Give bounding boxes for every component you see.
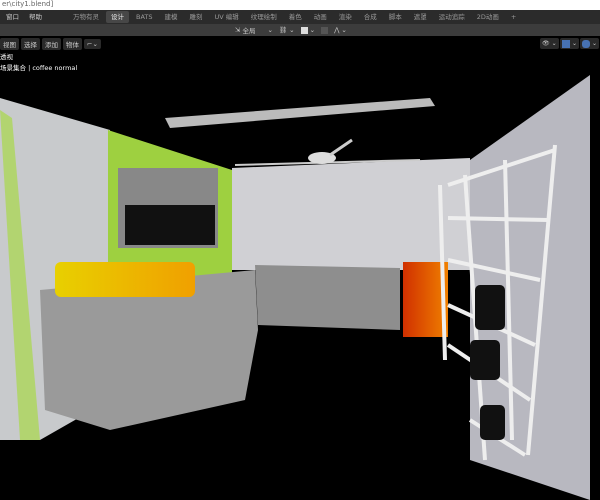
tab-workspace[interactable]: 2D动画 [472,11,504,23]
tab-workspace[interactable]: 着色 [284,11,307,23]
window-title: er\city1.blend] [0,0,600,10]
tab-workspace[interactable]: 雕刻 [185,11,208,23]
falloff-icon: ⋀ [334,26,340,34]
window-glass [125,205,215,245]
tab-workspace[interactable]: 脚本 [384,11,407,23]
transform-orientation-icon: ⇲ [235,26,241,34]
ceiling-light [165,98,435,128]
orientation-label: 全局 [242,27,256,35]
visibility-dropdown[interactable]: 👁 ⌄ [540,38,559,49]
counter-back [255,265,400,330]
chevron-down-icon: ⌄ [267,26,273,34]
pivot-dropdown[interactable]: ⛓ ⌄ [276,26,298,34]
ceiling-fan [234,138,421,166]
tool-header: ⇲ 全局 ⌄ ⛓ ⌄ ⌄ ⋀ ⌄ [0,24,600,36]
tab-workspace[interactable]: 动画 [309,11,332,23]
menu-add[interactable]: 添加 [42,37,61,50]
orientation-dropdown[interactable]: ⇲ 全局 ⌄ [232,25,276,35]
falloff-dropdown[interactable]: ⋀ ⌄ [331,26,350,34]
overlay-icon [582,39,590,48]
overlay-dropdown[interactable]: ⌄ [580,38,600,49]
top-menu-bar: 窗口 帮助 万物有灵 设计 BATS 建模 雕刻 UV 编辑 纹理绘制 着色 动… [0,10,600,24]
mode-icon: ⌐ [87,39,93,48]
viewport-header: 视图 选择 添加 物体 ⌐⌄ [0,37,600,50]
back-wall [232,158,470,270]
menu-view[interactable]: 视图 [0,37,19,50]
proportional-toggle[interactable] [318,26,331,34]
menu-select[interactable]: 选择 [21,37,40,50]
tab-workspace[interactable]: 运动追踪 [434,11,470,23]
mode-dropdown[interactable]: ⌐⌄ [84,38,101,49]
proportional-icon [321,26,329,34]
tab-workspace[interactable]: 合成 [359,11,382,23]
snap-icon [300,26,308,34]
3d-viewport[interactable] [0,50,600,500]
tab-workspace[interactable]: 遮罩 [409,11,432,23]
tab-workspace[interactable]: 渲染 [334,11,357,23]
link-icon: ⛓ [278,26,288,34]
tab-workspace-active[interactable]: 设计 [106,11,129,23]
gizmo-icon [562,39,570,48]
tab-workspace[interactable]: 万物有灵 [68,11,104,23]
snap-dropdown[interactable]: ⌄ [298,26,318,34]
gizmo-dropdown[interactable]: ⌄ [560,38,580,49]
tab-workspace[interactable]: UV 编辑 [210,11,244,23]
espresso-machine [55,262,195,297]
eye-icon: 👁 [542,40,550,47]
add-workspace-button[interactable]: + [506,11,521,23]
menu-object[interactable]: 物体 [63,37,82,50]
tab-workspace[interactable]: 纹理绘制 [246,11,282,23]
menu-help[interactable]: 帮助 [25,11,46,23]
menu-window[interactable]: 窗口 [2,11,23,23]
tab-workspace[interactable]: 建模 [160,11,183,23]
tab-workspace[interactable]: BATS [131,11,158,23]
